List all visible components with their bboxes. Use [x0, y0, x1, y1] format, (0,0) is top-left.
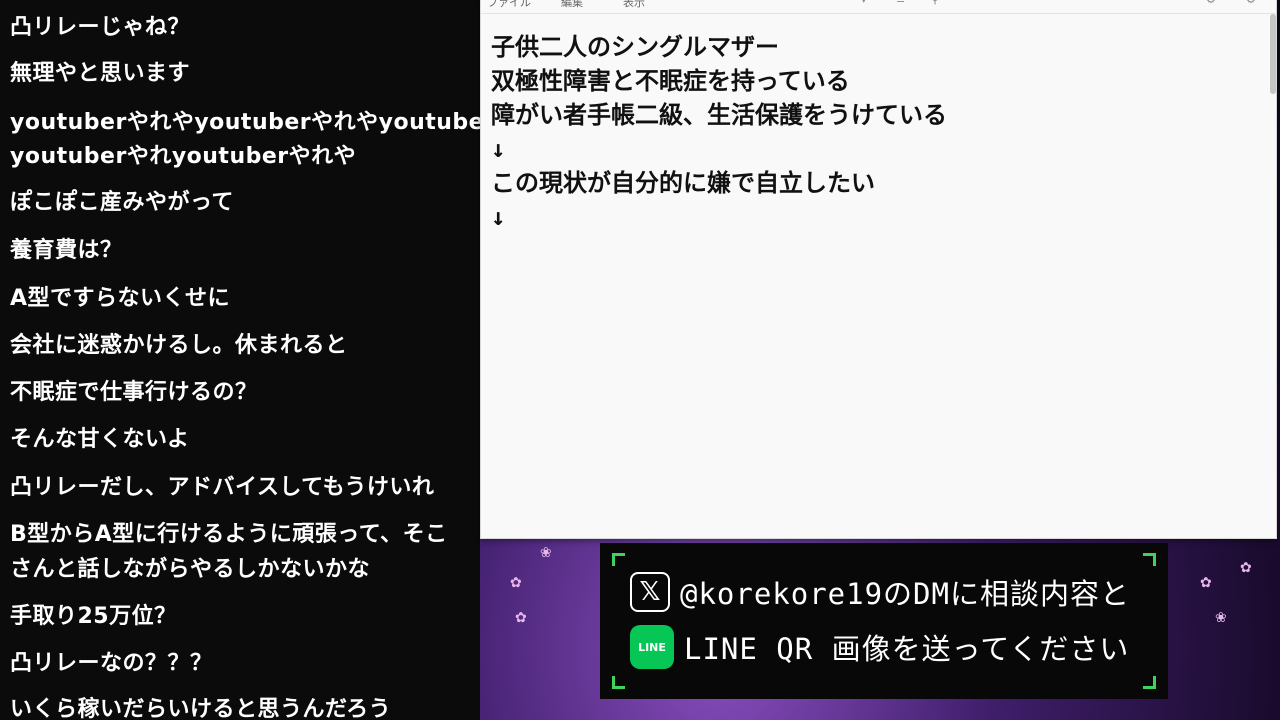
heading-icon[interactable]: ▾ [861, 0, 867, 6]
chat-message: いくら稼いだらいけると思うんだろう [10, 697, 392, 720]
chat-message: youtuberやれやyoutuberやれやyoutuber [10, 110, 480, 135]
notepad-window: ファイル 編集 表示 ▾ ≡ ⚲ ⚙ ⚙ 子供二人のシングルマザー 双極性障害と… [480, 0, 1277, 539]
settings-icon[interactable]: ⚙ [1206, 0, 1216, 6]
editor-line: 双極性障害と不眠症を持っている [491, 67, 850, 95]
chat-message: B型からA型に行けるように頑張って、そこ [10, 522, 448, 547]
list-icon[interactable]: ≡ [896, 0, 905, 6]
chat-message: 会社に迷惑かけるし。休まれると [10, 333, 348, 358]
chat-message: 不眠症で仕事行けるの？ [10, 380, 258, 405]
vertical-scrollbar[interactable] [1270, 14, 1276, 94]
consultation-banner: 𝕏 @korekore19のDMに相談内容と LINE LINE QR 画像を送… [600, 543, 1168, 699]
chat-message: 無理やと思います [10, 61, 191, 86]
chat-message: 手取り25万位？ [10, 604, 177, 629]
corner-bracket [1143, 676, 1156, 689]
petal-icon: ❀ [540, 545, 552, 561]
editor-line: この現状が自分的に嫌で自立したい [491, 169, 875, 197]
petal-icon: ✿ [515, 610, 527, 626]
gear-icon[interactable]: ⚙ [1246, 0, 1256, 6]
chat-message: A型ですらないくせに [10, 286, 231, 311]
editor-line: ↓ [491, 135, 506, 163]
corner-bracket [612, 553, 625, 566]
petal-icon: ✿ [1200, 575, 1212, 591]
editor-line: ↓ [491, 203, 506, 231]
menu-view[interactable]: 表示 [623, 0, 645, 10]
chat-message: 凸リレーなの？？？ [10, 651, 213, 676]
chat-message: youtuberやれyoutuberやれや [10, 144, 357, 169]
format-icon[interactable]: ⚲ [931, 0, 939, 6]
chat-message: ぽこぽこ産みやがって [10, 190, 234, 215]
chat-message: さんと話しながらやるしかないかな [10, 557, 371, 582]
petal-icon: ❀ [1215, 610, 1227, 626]
text-editor[interactable]: 子供二人のシングルマザー 双極性障害と不眠症を持っている 障がい者手帳二級、生活… [491, 30, 947, 234]
chat-message: 凸リレーだし、アドバイスしてもうけいれ [10, 475, 435, 500]
chat-message: 養育費は？ [10, 238, 123, 263]
editor-line: 障がい者手帳二級、生活保護をうけている [491, 101, 947, 129]
x-contact-row: 𝕏 @korekore19のDMに相談内容と [630, 571, 1130, 613]
corner-bracket [1143, 553, 1156, 566]
chat-panel: 凸リレーじゃね？ 無理やと思います youtuberやれやyoutuberやれや… [0, 0, 480, 720]
line-contact-row: LINE LINE QR 画像を送ってください [630, 625, 1129, 669]
chat-message: 凸リレーじゃね？ [10, 15, 191, 40]
x-contact-text: @korekore19のDMに相談内容と [680, 577, 1130, 611]
chat-message: そんな甘くないよ [10, 427, 190, 452]
line-contact-text: LINE QR 画像を送ってください [684, 632, 1130, 666]
petal-icon: ✿ [510, 575, 522, 591]
line-logo-icon: LINE [630, 625, 674, 669]
x-logo-icon: 𝕏 [630, 572, 670, 612]
petal-icon: ✿ [1240, 560, 1252, 576]
editor-line: 子供二人のシングルマザー [491, 33, 779, 61]
menu-bar: ファイル 編集 表示 ▾ ≡ ⚲ ⚙ ⚙ [481, 0, 1276, 14]
menu-edit[interactable]: 編集 [561, 0, 583, 10]
corner-bracket [612, 676, 625, 689]
menu-file[interactable]: ファイル [487, 0, 531, 10]
